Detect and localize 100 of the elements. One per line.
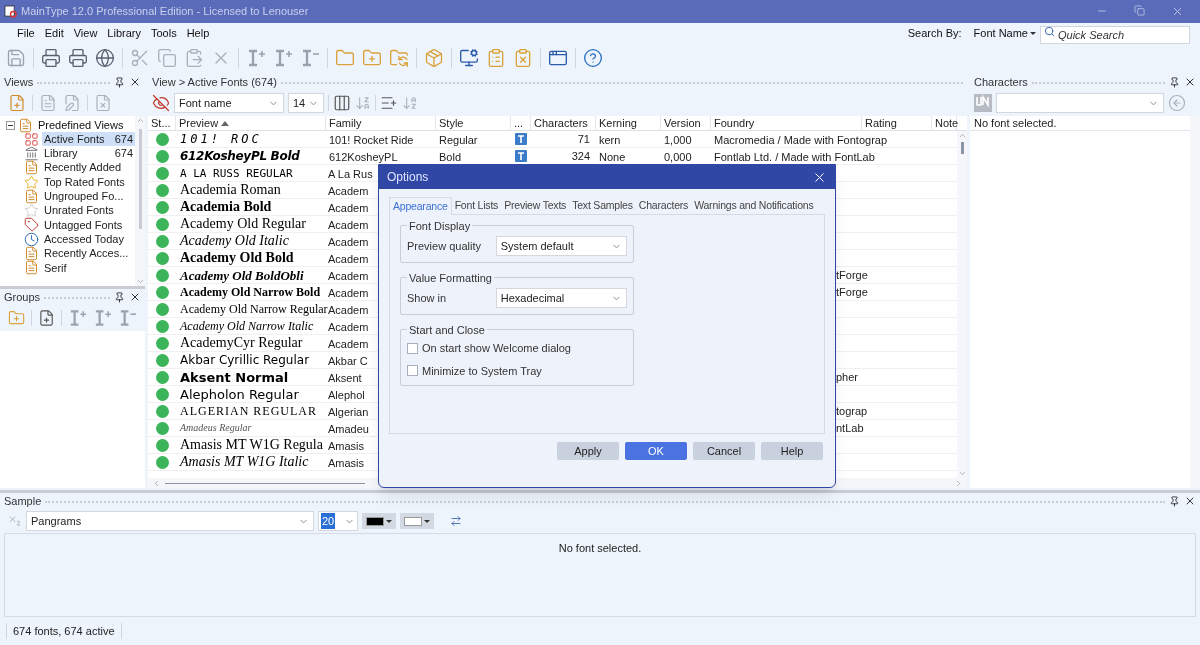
pin-icon[interactable]	[114, 291, 125, 303]
text-plus-icon[interactable]	[68, 308, 88, 328]
edit-view-icon[interactable]	[63, 94, 81, 112]
text-set-dropdown[interactable]: Pangrams	[26, 511, 314, 531]
tab[interactable]: Preview Texts	[501, 197, 570, 215]
tag-icon[interactable]	[24, 217, 39, 233]
tree-item[interactable]: Recently Acces...	[42, 246, 135, 261]
character-range-dropdown[interactable]	[996, 93, 1164, 113]
add-font-icon[interactable]	[8, 309, 26, 327]
dialog-button[interactable]: Cancel	[693, 442, 755, 460]
unicode-icon[interactable]	[974, 94, 992, 112]
tree-item[interactable]: Accessed Today	[42, 232, 135, 247]
sort-field-dropdown[interactable]: Font name	[174, 93, 284, 113]
tab[interactable]: Appearance	[389, 197, 452, 215]
column-header[interactable]: Rating	[865, 116, 897, 132]
size-dropdown[interactable]: 20	[318, 511, 358, 531]
chevron-up-icon[interactable]	[957, 131, 967, 140]
column-header[interactable]: Foundry	[714, 116, 755, 132]
column-header[interactable]: Version	[664, 116, 701, 132]
menu-item[interactable]: View	[68, 25, 103, 42]
tab[interactable]: Characters	[635, 197, 692, 215]
color-picker[interactable]	[400, 513, 434, 529]
close-icon[interactable]	[129, 76, 141, 88]
view-icon[interactable]	[39, 94, 57, 112]
monitor-settings-icon[interactable]	[459, 48, 479, 68]
globe-icon[interactable]	[95, 48, 115, 68]
folder-sync-icon[interactable]	[389, 48, 409, 68]
document-icon[interactable]	[24, 160, 39, 176]
document-icon[interactable]	[24, 260, 39, 276]
scrollbar[interactable]	[135, 116, 145, 286]
color-picker[interactable]	[362, 513, 396, 529]
column-header[interactable]: Family	[329, 116, 362, 132]
print-icon[interactable]	[68, 48, 88, 68]
hide-icon[interactable]	[152, 94, 170, 112]
menu-item[interactable]: Edit	[39, 25, 69, 42]
tree-item[interactable]: Untagged Fonts	[42, 217, 135, 232]
clipboard-x-icon[interactable]	[513, 48, 533, 68]
column-header[interactable]: Style	[439, 116, 464, 132]
package-icon[interactable]	[424, 48, 444, 68]
clock-icon[interactable]	[24, 231, 39, 247]
close-icon[interactable]	[1184, 76, 1196, 88]
tab[interactable]: Warnings and Notifications	[691, 197, 817, 215]
tab[interactable]: Text Samples	[569, 197, 636, 215]
new-view-icon[interactable]	[8, 94, 26, 112]
save-icon[interactable]	[6, 48, 26, 68]
scrollbar[interactable]	[957, 131, 967, 478]
delete-view-icon[interactable]	[94, 94, 112, 112]
tree-item[interactable]: Recently Added	[42, 160, 135, 175]
chevron-left-icon[interactable]	[152, 478, 161, 488]
size-dropdown[interactable]: 14	[288, 93, 324, 113]
columns-icon[interactable]	[333, 94, 351, 112]
tree-item[interactable]: Unrated Fonts	[42, 203, 135, 218]
tree-item[interactable]: Predefined Views	[38, 116, 124, 134]
column-header[interactable]: Characters	[534, 116, 588, 132]
text-plus-icon[interactable]	[93, 308, 113, 328]
column-header[interactable]: St...	[151, 116, 171, 132]
select-field[interactable]: System default	[495, 236, 627, 256]
pin-icon[interactable]	[114, 76, 125, 88]
menu-item[interactable]: Tools	[146, 25, 182, 42]
star-icon[interactable]	[24, 174, 39, 190]
select-field[interactable]: Hexadecimal	[495, 288, 627, 308]
folder-icon[interactable]	[335, 48, 355, 68]
window-icon[interactable]	[548, 48, 568, 68]
grid-icon[interactable]	[24, 131, 39, 147]
text-minus-icon[interactable]	[118, 308, 137, 328]
cut-icon[interactable]	[130, 48, 150, 68]
sort-icon[interactable]	[355, 95, 371, 111]
pin-icon[interactable]	[1169, 76, 1180, 88]
copy-icon[interactable]	[157, 48, 177, 68]
print-preview-icon[interactable]	[41, 48, 61, 68]
document-icon[interactable]	[24, 246, 39, 262]
sort-icon[interactable]	[402, 95, 418, 111]
tree-item[interactable]: Library 674	[42, 146, 135, 161]
dialog-button[interactable]: Help	[761, 442, 823, 460]
tree-item[interactable]: Top Rated Fonts	[42, 175, 135, 190]
pin-icon[interactable]	[1169, 495, 1180, 507]
subscript-icon[interactable]	[8, 514, 22, 528]
text-plus-icon[interactable]	[273, 48, 293, 68]
help-icon[interactable]	[583, 48, 603, 68]
menu-item[interactable]: File	[12, 25, 40, 42]
menu-item[interactable]: Library	[102, 25, 146, 42]
new-group-icon[interactable]	[38, 309, 56, 327]
close-icon[interactable]	[129, 291, 141, 303]
checkbox[interactable]	[407, 365, 418, 377]
dialog-button[interactable]: Apply	[557, 442, 619, 460]
tree-item[interactable]: Active Fonts 674	[42, 132, 135, 147]
tree-item[interactable]: Serif	[42, 260, 135, 275]
paste-icon[interactable]	[184, 48, 204, 68]
search-by-dropdown[interactable]: Font Name	[973, 25, 1036, 42]
document-icon[interactable]	[24, 188, 39, 204]
checkbox[interactable]	[407, 342, 418, 354]
scrollbar[interactable]	[1190, 116, 1200, 488]
tree-item[interactable]: Ungrouped Fo...	[42, 189, 135, 204]
tab[interactable]: Font Lists	[451, 197, 502, 215]
chevron-down-icon[interactable]	[135, 277, 145, 286]
swap-icon[interactable]	[450, 515, 462, 527]
close-icon[interactable]	[1184, 495, 1196, 507]
restore-icon[interactable]	[1134, 5, 1145, 16]
collapse-icon[interactable]	[6, 120, 15, 130]
column-header[interactable]: Preview	[179, 116, 219, 132]
